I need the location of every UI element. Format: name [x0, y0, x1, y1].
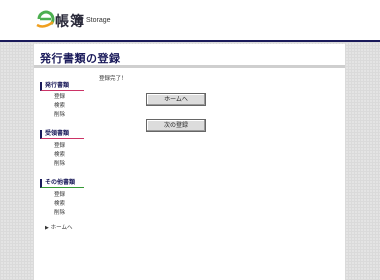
- site-logo[interactable]: 帳簿 Storage: [36, 7, 126, 33]
- logo-subtitle: Storage: [86, 17, 111, 24]
- nav-group-issued: 発行書類: [40, 82, 84, 91]
- nav-received-register[interactable]: 登録: [54, 143, 65, 150]
- logo-e-icon: [36, 10, 55, 28]
- nav-issued-delete[interactable]: 削除: [54, 112, 65, 119]
- nav-home-label: ホームへ: [50, 225, 73, 231]
- nav-group-other: その他書類: [40, 179, 84, 188]
- title-divider: [34, 65, 345, 68]
- nav-received-delete[interactable]: 削除: [54, 161, 65, 168]
- nav-other-delete[interactable]: 削除: [54, 210, 65, 217]
- status-message: 登録完了！: [99, 76, 127, 82]
- nav-other-register[interactable]: 登録: [54, 192, 65, 199]
- nav-group-received: 受領書類: [40, 130, 84, 139]
- page-title: 発行書類の登録: [40, 52, 121, 65]
- home-button[interactable]: ホームへ: [146, 93, 206, 106]
- nav-issued-search[interactable]: 検索: [54, 103, 65, 110]
- logo-title: 帳簿: [55, 14, 85, 30]
- site-header: 帳簿 Storage: [0, 0, 380, 42]
- content-panel: 発行書類の登録 発行書類 登録 検索 削除 受領書類 登録 検索 削除 その他書…: [34, 44, 345, 280]
- nav-home-link[interactable]: ▶ ホームへ: [45, 225, 72, 232]
- nav-issued-register[interactable]: 登録: [54, 94, 65, 101]
- nav-received-search[interactable]: 検索: [54, 152, 65, 159]
- nav-other-search[interactable]: 検索: [54, 201, 65, 208]
- next-register-button[interactable]: 次の登録: [146, 119, 206, 132]
- triangle-right-icon: ▶: [45, 225, 49, 231]
